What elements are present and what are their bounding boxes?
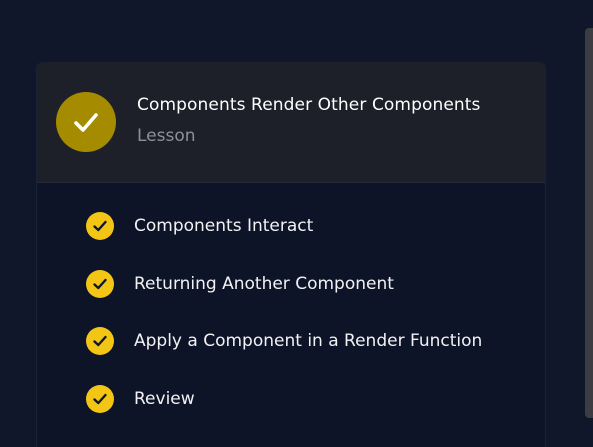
scrollbar-track[interactable] [583, 0, 593, 447]
page: Components Render Other Components Lesso… [0, 0, 593, 447]
lesson-item[interactable]: Apply a Component in a Render Function [86, 326, 482, 356]
lesson-title: Components Render Other Components [137, 95, 481, 115]
lesson-item[interactable]: Review [86, 384, 195, 414]
lesson-item-label: Returning Another Component [134, 274, 394, 294]
lesson-card: Components Render Other Components Lesso… [36, 62, 546, 447]
scrollbar-thumb[interactable] [585, 28, 593, 418]
check-circle-icon [86, 270, 114, 298]
lesson-complete-check-icon [56, 92, 116, 152]
lesson-item-label: Apply a Component in a Render Function [134, 331, 483, 351]
check-circle-icon [86, 385, 114, 413]
lesson-item-label: Review [134, 389, 195, 409]
lesson-type-label: Lesson [137, 126, 196, 146]
lesson-item-label: Components Interact [134, 216, 314, 236]
check-circle-icon [86, 212, 114, 240]
lesson-header[interactable]: Components Render Other Components Lesso… [37, 62, 545, 183]
lesson-item[interactable]: Components Interact [86, 211, 313, 241]
lesson-item[interactable]: Returning Another Component [86, 269, 394, 299]
check-circle-icon [86, 327, 114, 355]
